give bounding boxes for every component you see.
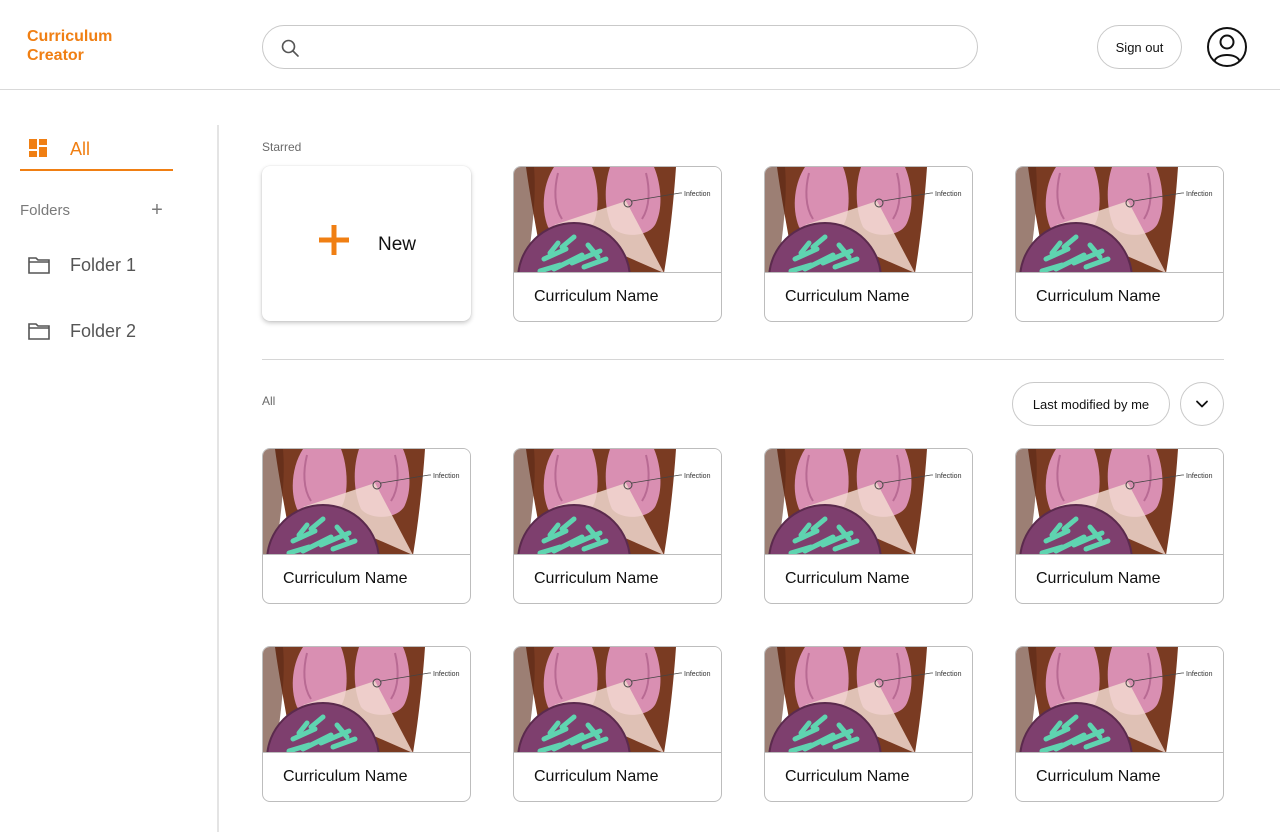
starred-heading: Starred: [262, 140, 302, 154]
curriculum-card[interactable]: Infection Curriculum Name: [513, 646, 722, 802]
thumbnail-annotation: Infection: [684, 671, 711, 678]
all-heading: All: [262, 394, 276, 408]
sidebar-item-all[interactable]: All: [20, 126, 173, 171]
thumbnail-annotation: Infection: [1186, 473, 1213, 480]
curriculum-thumbnail: Infection: [1016, 167, 1223, 273]
curriculum-thumbnail: Infection: [263, 449, 470, 555]
thumbnail-annotation: Infection: [433, 473, 460, 480]
folders-heading: Folders: [20, 202, 71, 219]
curriculum-card[interactable]: Infection Curriculum Name: [764, 166, 973, 322]
new-curriculum-button[interactable]: New: [262, 166, 471, 321]
curriculum-name: Curriculum Name: [534, 570, 659, 587]
folder-icon: [28, 257, 50, 274]
add-folder-button[interactable]: +: [148, 200, 166, 220]
curriculum-card[interactable]: Infection Curriculum Name: [1015, 646, 1224, 802]
folder-label: Folder 2: [70, 321, 137, 341]
curriculum-card[interactable]: Infection Curriculum Name: [764, 646, 973, 802]
curriculum-name: Curriculum Name: [534, 768, 659, 785]
thumbnail-annotation: Infection: [684, 473, 711, 480]
thumbnail-annotation: Infection: [684, 191, 711, 198]
top-bar: Curriculum Creator Sign out: [0, 0, 1280, 90]
curriculum-card[interactable]: Infection Curriculum Name: [764, 448, 973, 604]
curriculum-thumbnail: Infection: [1016, 449, 1223, 555]
curriculum-card[interactable]: Infection Curriculum Name: [513, 448, 722, 604]
thumbnail-annotation: Infection: [935, 191, 962, 198]
curriculum-name: Curriculum Name: [785, 570, 910, 587]
plus-icon: [319, 225, 349, 255]
section-divider: [262, 359, 1224, 360]
curriculum-card[interactable]: Infection Curriculum Name: [513, 166, 722, 322]
curriculum-card[interactable]: Infection Curriculum Name: [1015, 448, 1224, 604]
sort-select-button[interactable]: Last modified by me: [1012, 382, 1170, 426]
sign-out-button[interactable]: Sign out: [1097, 25, 1182, 69]
app-logo[interactable]: Curriculum Creator: [27, 27, 137, 65]
curriculum-thumbnail: Infection: [514, 167, 721, 273]
user-circle-icon[interactable]: [1206, 26, 1248, 68]
thumbnail-annotation: Infection: [1186, 191, 1213, 198]
curriculum-thumbnail: Infection: [263, 647, 470, 753]
sidebar-item-label: All: [70, 139, 91, 159]
curriculum-name: Curriculum Name: [283, 570, 408, 587]
search-input[interactable]: [307, 32, 957, 62]
dashboard-grid-icon: [29, 139, 47, 157]
curriculum-thumbnail: Infection: [1016, 647, 1223, 753]
search-bar[interactable]: [262, 25, 978, 69]
curriculum-thumbnail: Infection: [514, 449, 721, 555]
curriculum-name: Curriculum Name: [785, 768, 910, 785]
sidebar-divider: [217, 125, 219, 832]
curriculum-thumbnail: Infection: [765, 167, 972, 273]
sort-dropdown-button[interactable]: [1180, 382, 1224, 426]
curriculum-name: Curriculum Name: [534, 288, 659, 305]
curriculum-name: Curriculum Name: [1036, 288, 1161, 305]
thumbnail-annotation: Infection: [935, 473, 962, 480]
sidebar-item-folder-2[interactable]: Folder 2: [28, 318, 198, 348]
thumbnail-annotation: Infection: [1186, 671, 1213, 678]
curriculum-name: Curriculum Name: [785, 288, 910, 305]
curriculum-thumbnail: Infection: [765, 647, 972, 753]
curriculum-card[interactable]: Infection Curriculum Name: [262, 448, 471, 604]
curriculum-thumbnail: Infection: [514, 647, 721, 753]
thumbnail-annotation: Infection: [433, 671, 460, 678]
folder-icon: [28, 323, 50, 340]
curriculum-card[interactable]: Infection Curriculum Name: [262, 646, 471, 802]
thumbnail-annotation: Infection: [935, 671, 962, 678]
sidebar-item-folder-1[interactable]: Folder 1: [28, 252, 198, 282]
search-icon: [281, 39, 299, 57]
curriculum-name: Curriculum Name: [283, 768, 408, 785]
folders-header: Folders +: [20, 200, 166, 222]
curriculum-card[interactable]: Infection Curriculum Name: [1015, 166, 1224, 322]
curriculum-name: Curriculum Name: [1036, 570, 1161, 587]
curriculum-name: Curriculum Name: [1036, 768, 1161, 785]
new-label: New: [378, 234, 417, 255]
chevron-down-icon: [1196, 400, 1208, 408]
folder-label: Folder 1: [70, 255, 137, 275]
curriculum-thumbnail: Infection: [765, 449, 972, 555]
